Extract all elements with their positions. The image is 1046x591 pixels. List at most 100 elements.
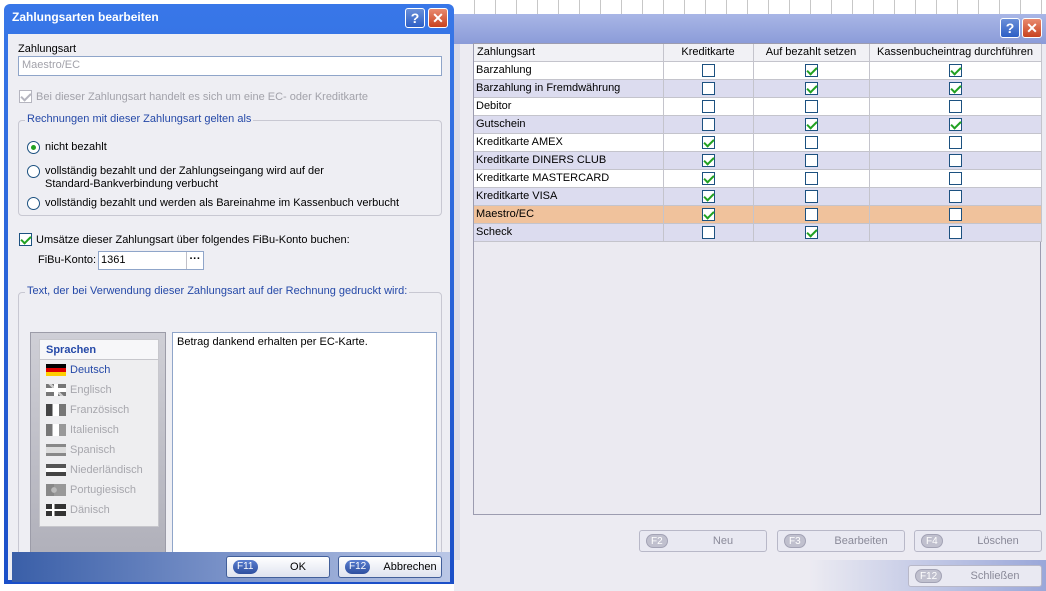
table-row[interactable]: Kreditkarte VISA [474, 187, 1042, 206]
danish-flag-icon [46, 504, 66, 516]
invoice-status-legend: Rechnungen mit dieser Zahlungsart gelten… [25, 113, 254, 125]
dialog-body: Zahlungsart Maestro/EC Bei dieser Zahlun… [8, 34, 450, 580]
cash-checkbox[interactable] [948, 189, 962, 203]
cash-checkbox[interactable] [948, 117, 962, 131]
f2-key-badge: F2 [646, 534, 668, 548]
payment-type-name: Maestro/EC [474, 205, 664, 224]
ok-button[interactable]: F11 OK [226, 556, 330, 578]
payment-type-name: Debitor [474, 97, 664, 116]
paid-checkbox[interactable] [804, 135, 818, 149]
cancel-button[interactable]: F12 Abbrechen [338, 556, 442, 578]
print-text-area[interactable]: Betrag dankend erhalten per EC-Karte. [172, 332, 437, 558]
cell-cash [869, 223, 1042, 242]
credit-checkbox[interactable] [701, 189, 715, 203]
german-flag-icon [46, 364, 66, 376]
payment-type-name: Kreditkarte MASTERCARD [474, 169, 664, 188]
language-label: Deutsch [70, 364, 111, 376]
cell-cash [869, 151, 1042, 170]
cash-checkbox[interactable] [948, 171, 962, 185]
paid-checkbox[interactable] [804, 225, 818, 239]
radio-not-paid[interactable] [27, 141, 40, 154]
cash-checkbox[interactable] [948, 207, 962, 221]
credit-checkbox[interactable] [701, 207, 715, 221]
delete-button[interactable]: F4 Löschen [914, 530, 1042, 552]
paid-checkbox[interactable] [804, 99, 818, 113]
cell-paid [753, 133, 870, 152]
credit-checkbox[interactable] [701, 171, 715, 185]
ec-card-checkbox[interactable] [19, 90, 32, 103]
credit-checkbox[interactable] [701, 63, 715, 77]
print-text-legend: Text, der bei Verwendung dieser Zahlungs… [25, 285, 410, 297]
cash-checkbox[interactable] [948, 225, 962, 239]
table-row[interactable]: Kreditkarte MASTERCARD [474, 169, 1042, 188]
column-header-bezahlt[interactable]: Auf bezahlt setzen [753, 44, 870, 62]
language-label: Niederländisch [70, 464, 143, 476]
language-item-portugiesisch[interactable]: Portugiesisch [40, 480, 158, 500]
cell-paid [753, 97, 870, 116]
new-button[interactable]: F2 Neu [639, 530, 767, 552]
table-header-row: Zahlungsart Kreditkarte Auf bezahlt setz… [474, 44, 1042, 62]
spanish-flag-icon [46, 444, 66, 456]
language-item-niederlaendisch[interactable]: Niederländisch [40, 460, 158, 480]
language-item-italienisch[interactable]: Italienisch [40, 420, 158, 440]
cash-checkbox[interactable] [948, 153, 962, 167]
paid-checkbox[interactable] [804, 117, 818, 131]
credit-checkbox[interactable] [701, 99, 715, 113]
cash-checkbox[interactable] [948, 135, 962, 149]
payment-type-name: Kreditkarte VISA [474, 187, 664, 206]
credit-checkbox[interactable] [701, 225, 715, 239]
paid-checkbox[interactable] [804, 207, 818, 221]
language-item-englisch[interactable]: Englisch [40, 380, 158, 400]
table-row[interactable]: Debitor [474, 97, 1042, 116]
table-row[interactable]: Maestro/EC [474, 205, 1042, 224]
language-item-spanisch[interactable]: Spanisch [40, 440, 158, 460]
paid-checkbox[interactable] [804, 81, 818, 95]
fibu-browse-button[interactable]: ··· [186, 252, 203, 269]
paid-checkbox[interactable] [804, 189, 818, 203]
payment-type-name: Barzahlung in Fremdwährung [474, 79, 664, 98]
column-header-kreditkarte[interactable]: Kreditkarte [663, 44, 754, 62]
column-header-zahlungsart[interactable]: Zahlungsart [474, 44, 664, 62]
paid-checkbox[interactable] [804, 171, 818, 185]
credit-checkbox[interactable] [701, 81, 715, 95]
ec-card-checkbox-label: Bei dieser Zahlungsart handelt es sich u… [36, 91, 369, 103]
paid-checkbox[interactable] [804, 153, 818, 167]
column-header-kassenbuch[interactable]: Kassenbucheintrag durchführen [869, 44, 1042, 62]
credit-checkbox[interactable] [701, 117, 715, 131]
table-row[interactable]: Gutschein [474, 115, 1042, 134]
edit-button[interactable]: F3 Bearbeiten [777, 530, 905, 552]
language-item-deutsch[interactable]: Deutsch [40, 360, 158, 380]
paid-checkbox[interactable] [804, 63, 818, 77]
table-row[interactable]: Scheck [474, 223, 1042, 242]
cash-checkbox[interactable] [948, 99, 962, 113]
cell-cash [869, 79, 1042, 98]
credit-checkbox[interactable] [701, 135, 715, 149]
payment-type-field[interactable]: Maestro/EC [18, 56, 442, 76]
help-icon[interactable]: ? [405, 8, 425, 28]
radio-paid-bank[interactable] [27, 165, 40, 178]
cell-credit [663, 205, 754, 224]
credit-checkbox[interactable] [701, 153, 715, 167]
cash-checkbox[interactable] [948, 81, 962, 95]
table-row[interactable]: Kreditkarte DINERS CLUB [474, 151, 1042, 170]
languages-header: Sprachen [40, 340, 158, 360]
table-row[interactable]: Barzahlung [474, 61, 1042, 80]
fibu-checkbox[interactable] [19, 233, 32, 246]
language-item-franzoesisch[interactable]: Französisch [40, 400, 158, 420]
language-item-daenisch[interactable]: Dänisch [40, 500, 158, 520]
close-icon[interactable]: ✕ [428, 8, 448, 28]
f11-key-badge: F11 [233, 560, 258, 574]
radio-paid-bank-label: vollständig bezahlt und der Zahlungseing… [45, 165, 324, 177]
radio-paid-cash[interactable] [27, 197, 40, 210]
close-button[interactable]: F12 Schließen [908, 565, 1042, 587]
cell-paid [753, 61, 870, 80]
cash-checkbox[interactable] [948, 63, 962, 77]
close-icon[interactable]: ✕ [1022, 18, 1042, 38]
table-row[interactable]: Kreditkarte AMEX [474, 133, 1042, 152]
payment-type-label: Zahlungsart [18, 43, 77, 55]
cell-credit [663, 223, 754, 242]
help-icon[interactable]: ? [1000, 18, 1020, 38]
italian-flag-icon [46, 424, 66, 436]
table-row[interactable]: Barzahlung in Fremdwährung [474, 79, 1042, 98]
cell-cash [869, 115, 1042, 134]
